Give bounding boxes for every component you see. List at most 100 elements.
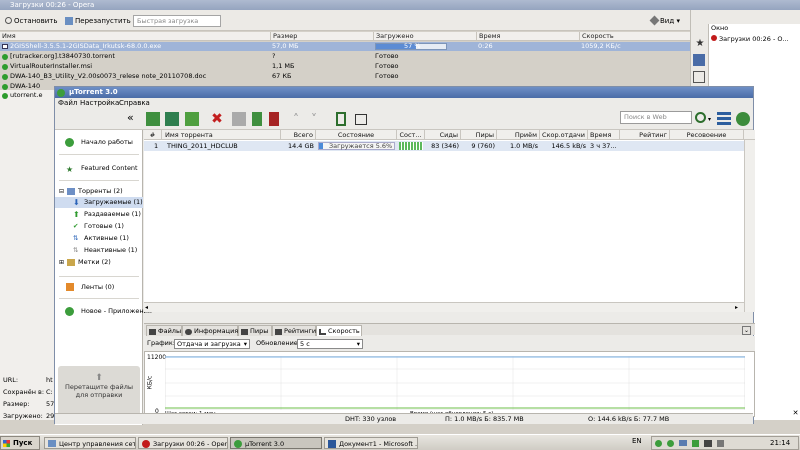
task-network-center[interactable]: Центр управления сет... <box>44 437 136 449</box>
collapse-sidebar-icon[interactable]: « <box>127 111 134 124</box>
panel-close-icon[interactable]: ✕ <box>791 409 800 418</box>
download-row[interactable]: VirtualRouterInstaller.msi 1,1 МБ Готово <box>0 62 690 71</box>
preferences-gear-icon[interactable] <box>736 112 750 126</box>
stop-icon <box>5 17 12 24</box>
col-status[interactable]: Состояние <box>316 130 397 140</box>
web-search-input[interactable]: Поиск в Web <box>620 111 692 124</box>
tab-ratings[interactable]: Рейтинги <box>272 325 316 336</box>
language-indicator[interactable]: EN <box>632 437 642 445</box>
remove-icon[interactable]: ✖ <box>210 112 224 126</box>
start-button[interactable]: Пуск <box>0 436 40 450</box>
move-down-icon[interactable]: ˅ <box>311 112 325 126</box>
sidebar-item-torrents[interactable]: ⊟ Торренты (2) <box>55 186 143 197</box>
remote-icon[interactable] <box>336 112 346 126</box>
clock[interactable]: 21:14 <box>770 439 790 447</box>
wrench-icon <box>649 15 660 26</box>
col-torrent-name[interactable]: Имя торрента <box>162 130 281 140</box>
col-loaded[interactable]: Загружено <box>373 32 476 41</box>
tray-app-icon[interactable] <box>692 440 699 447</box>
col-up-speed[interactable]: Скор.отдачи <box>540 130 588 140</box>
notes-icon[interactable] <box>693 71 705 83</box>
horizontal-scrollbar[interactable]: ◂ ▸ <box>144 302 744 312</box>
create-torrent-icon[interactable] <box>185 112 199 126</box>
collapse-details-icon[interactable]: ⌄ <box>742 326 751 335</box>
move-up-icon[interactable]: ˄ <box>293 112 307 126</box>
download-row[interactable]: 2GISShell-3.5.5.1-2GISData_Irkutsk-68.0.… <box>0 42 690 51</box>
col-peers[interactable]: Пиры <box>461 130 497 140</box>
torrent-row[interactable]: 1 THING_2011_HDCLUB 14.4 GB Загружается … <box>144 141 744 151</box>
graph-mode-select[interactable]: Отдача и загрузка ▾ <box>174 339 250 349</box>
menubar: Файл Настройка Справка <box>55 98 753 108</box>
tray-utorrent-icon[interactable] <box>667 440 674 447</box>
col-name[interactable]: Имя <box>0 32 270 41</box>
opera-title: Загрузки 00:26 - Opera <box>10 1 95 9</box>
arrow-up-icon: ⬆ <box>73 210 80 219</box>
download-panel-icon[interactable] <box>693 54 705 66</box>
tab-info[interactable]: Информация <box>182 325 238 336</box>
col-seeds[interactable]: Сиды <box>425 130 461 140</box>
star-icon[interactable]: ★ <box>693 37 707 51</box>
col-size[interactable]: Размер <box>270 32 373 41</box>
sidebar-item-inactive[interactable]: ⇅ Неактивные (1) <box>55 245 143 256</box>
col-number[interactable]: # <box>144 130 162 140</box>
tray-volume-icon[interactable] <box>704 440 712 447</box>
sidebar-item-getting-started[interactable]: Начало работы <box>55 135 143 149</box>
sidebar-item-apps[interactable]: Новое - Приложения <box>55 304 152 318</box>
sidebar-item-featured[interactable]: ★ Featured Content <box>55 161 143 175</box>
scroll-right-icon[interactable]: ▸ <box>735 304 738 311</box>
task-utorrent[interactable]: µTorrent 3.0 <box>230 437 322 449</box>
search-engine-chevron-icon[interactable]: ▾ <box>708 116 711 123</box>
info-label-url: URL: <box>3 376 19 384</box>
refresh-select[interactable]: 5 с ▾ <box>297 339 363 349</box>
vertical-scrollbar[interactable] <box>744 140 755 312</box>
sidebar-item-labels[interactable]: ⊞ Метки (2) <box>55 257 143 268</box>
tray-app-icon[interactable] <box>717 440 724 447</box>
pause-icon[interactable] <box>252 112 262 126</box>
search-icon[interactable] <box>695 112 706 123</box>
tray-utorrent-icon[interactable] <box>655 440 662 447</box>
sidebar-item-downloading[interactable]: ⬇ Загружаемые (1) <box>55 197 143 208</box>
col-playback[interactable]: Ресовоение <box>670 130 744 140</box>
sidebar-item-active[interactable]: ⇅ Активные (1) <box>55 233 143 244</box>
y-axis-max: 11200 <box>147 354 167 361</box>
col-down-speed[interactable]: Приём <box>497 130 540 140</box>
status-upload: О: 144.6 kB/s Б: 77.7 MB <box>588 415 670 423</box>
task-opera[interactable]: Загрузки 00:26 - Opera <box>138 437 228 449</box>
sidebar-item-feeds[interactable]: Ленты (0) <box>55 280 143 294</box>
col-health[interactable]: Сост... <box>397 130 425 140</box>
menu-file[interactable]: Файл <box>58 98 77 108</box>
list-view-icon[interactable] <box>717 112 731 126</box>
divider <box>59 154 139 155</box>
stop-torrent-icon[interactable] <box>269 112 279 126</box>
tab-peers[interactable]: Пиры <box>238 325 272 336</box>
file-icon <box>2 44 8 49</box>
stop-button[interactable]: Остановить <box>4 15 57 27</box>
download-row[interactable]: [rutracker.org].t3840730.torrent ? Готов… <box>0 52 690 61</box>
sidebar-item-completed[interactable]: ✔ Готовые (1) <box>55 221 143 232</box>
add-torrent-icon[interactable] <box>146 112 160 126</box>
ratings-icon <box>275 329 282 335</box>
windows-panel-item[interactable]: Загрузки 00:26 - О... <box>711 35 799 43</box>
col-size[interactable]: Всего <box>281 130 316 140</box>
start-icon[interactable] <box>232 112 246 126</box>
share-icon[interactable] <box>355 114 367 125</box>
menu-settings[interactable]: Настройка <box>80 98 119 108</box>
task-word[interactable]: Документ1 - Microsoft ... <box>324 437 418 449</box>
scroll-left-icon[interactable]: ◂ <box>145 304 148 311</box>
menu-help[interactable]: Справка <box>119 98 150 108</box>
col-speed[interactable]: Скорость <box>579 32 690 41</box>
drop-zone[interactable]: ⬆ Перетащите файлы для отправки <box>58 366 140 418</box>
tab-speed[interactable]: Скорость <box>316 325 362 336</box>
download-row[interactable]: DWA-140_B3_Utility_V2.00s0073_relese not… <box>0 72 690 81</box>
col-rating[interactable]: Рейтинг <box>620 130 670 140</box>
restart-button[interactable]: Перезапустить <box>64 15 131 27</box>
view-button[interactable]: Вид ▾ <box>649 15 680 27</box>
download-row[interactable]: utorrent.e <box>0 91 54 100</box>
col-time[interactable]: Время <box>476 32 579 41</box>
quick-download-input[interactable]: Быстрая загрузка <box>133 15 221 27</box>
add-url-icon[interactable] <box>165 112 179 126</box>
tray-network-icon[interactable] <box>679 440 687 446</box>
sidebar-item-seeding[interactable]: ⬆ Раздаваемые (1) <box>55 209 143 220</box>
tab-files[interactable]: Файлы <box>146 325 182 336</box>
col-eta[interactable]: Время <box>588 130 620 140</box>
